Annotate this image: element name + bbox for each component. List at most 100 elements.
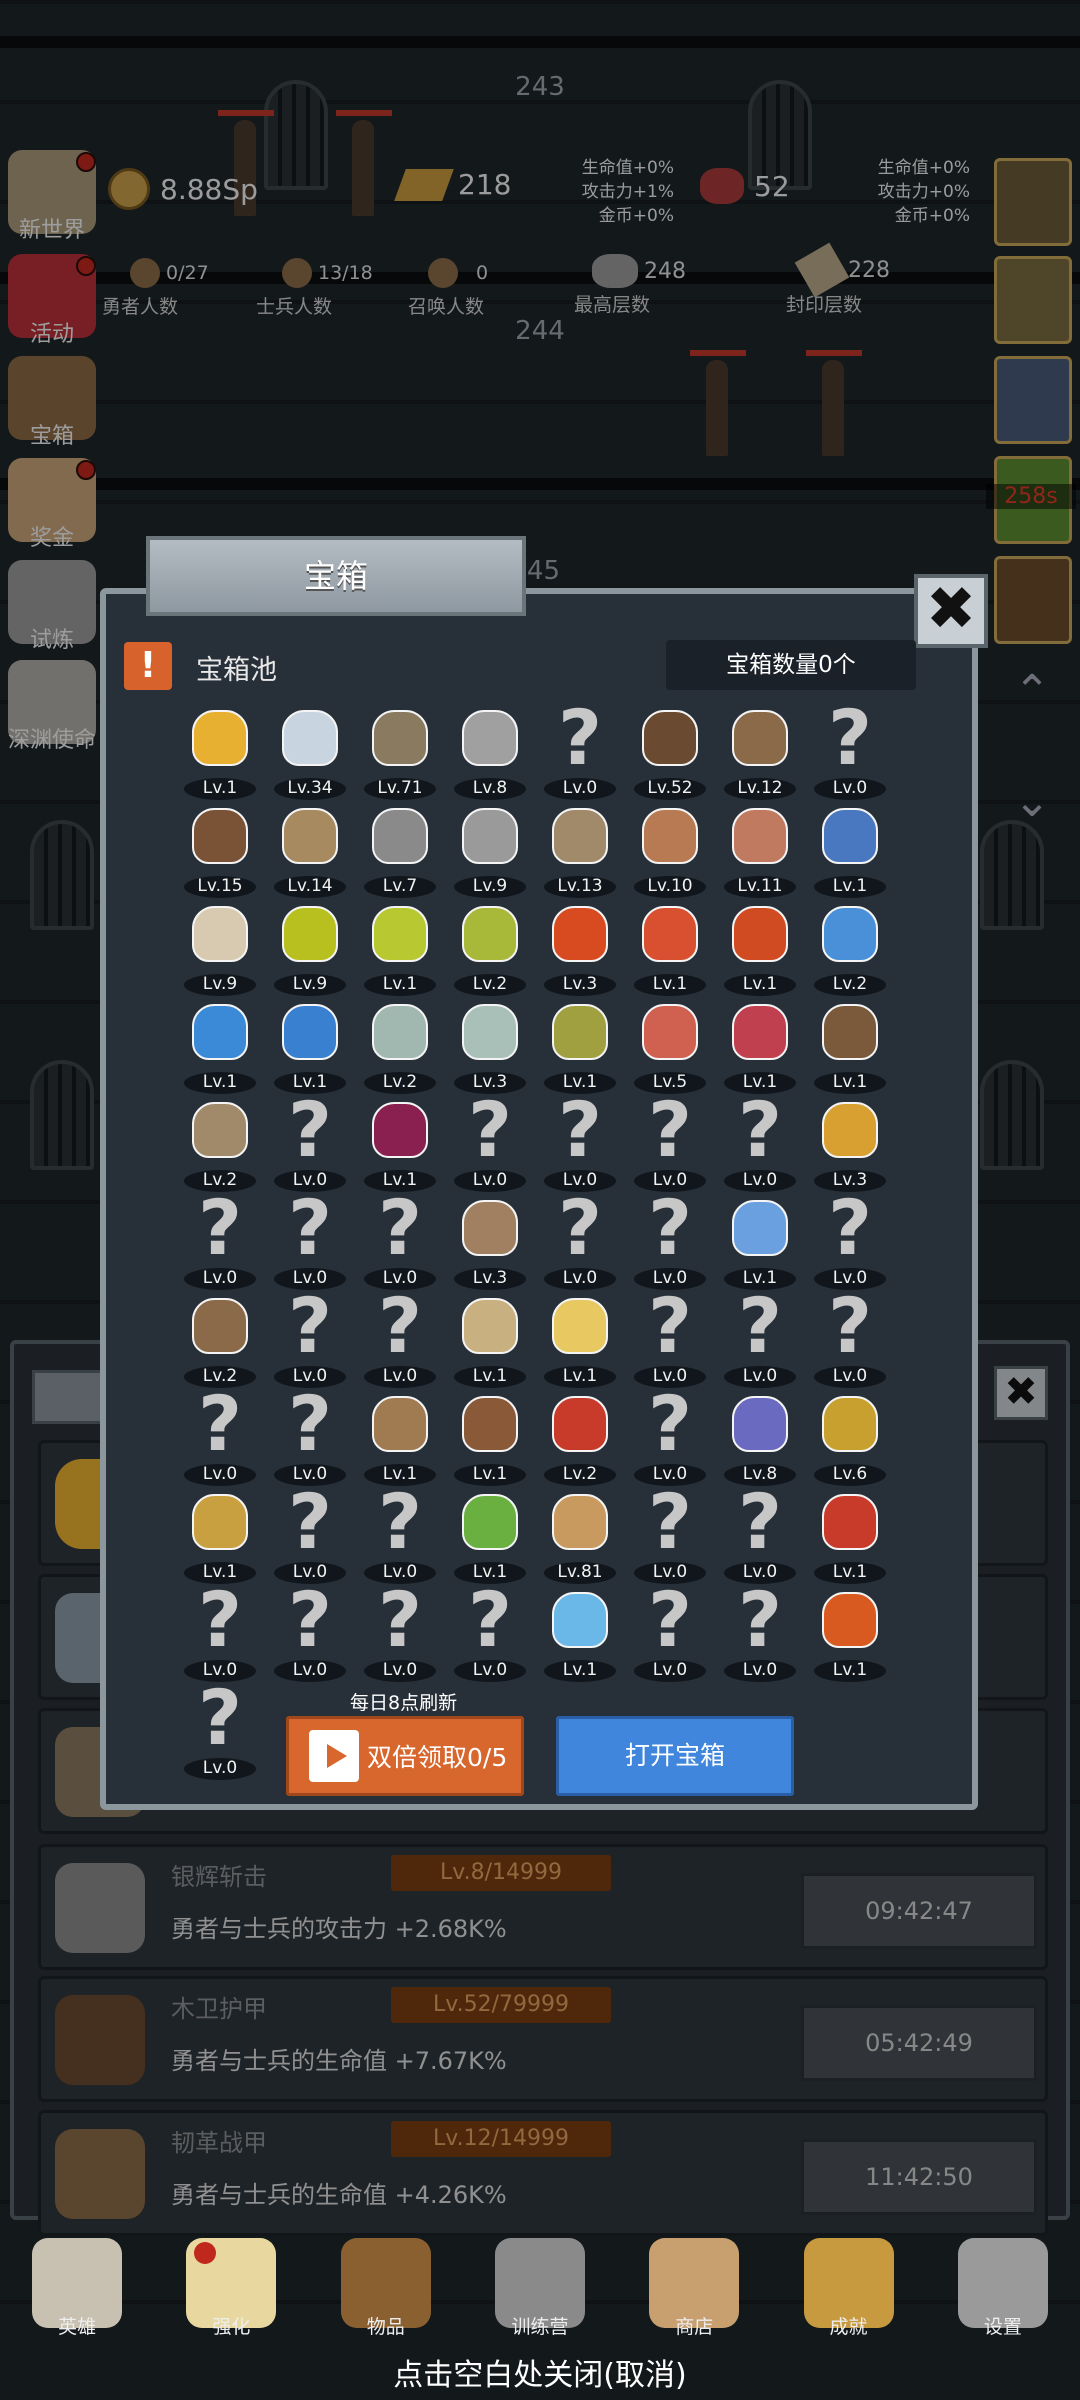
chest-item[interactable]: Lv.9 — [268, 896, 352, 996]
nav-mug[interactable]: 商店 — [639, 2230, 749, 2370]
chest-item[interactable]: ? Lv.0 — [358, 1190, 442, 1290]
chest-item[interactable]: Lv.1 — [358, 1386, 442, 1486]
unknown-icon: ? — [287, 1085, 333, 1174]
chest-item[interactable]: Lv.1 — [538, 994, 622, 1094]
nav-book[interactable]: 物品 — [331, 2230, 441, 2370]
chest-item[interactable]: ? Lv.0 — [448, 1092, 532, 1192]
chest-item[interactable]: ? Lv.0 — [268, 1190, 352, 1290]
chest-item[interactable]: Lv.6 — [808, 1386, 892, 1486]
chest-item[interactable]: Lv.1 — [448, 1484, 532, 1584]
chest-item[interactable]: Lv.1 — [718, 896, 802, 996]
chest-item[interactable]: Lv.1 — [178, 994, 262, 1094]
chest-item[interactable]: Lv.1 — [358, 1092, 442, 1192]
chest-item[interactable]: Lv.1 — [718, 1190, 802, 1290]
chest-item[interactable]: Lv.1 — [178, 1484, 262, 1584]
chest-item[interactable]: Lv.71 — [358, 700, 442, 800]
double-claim-button[interactable]: 双倍领取0/5 — [286, 1716, 524, 1796]
chest-item[interactable]: Lv.9 — [448, 798, 532, 898]
chest-item[interactable]: Lv.12 — [718, 700, 802, 800]
chest-item[interactable]: ? Lv.0 — [718, 1288, 802, 1388]
chest-item[interactable]: Lv.1 — [808, 1484, 892, 1584]
close-hint[interactable]: 点击空白处关闭(取消) — [0, 2350, 1080, 2394]
chest-item[interactable]: ? Lv.0 — [808, 1288, 892, 1388]
nav-gear[interactable]: 设置 — [948, 2230, 1058, 2370]
chest-item[interactable]: Lv.1 — [718, 994, 802, 1094]
chest-item[interactable]: Lv.2 — [538, 1386, 622, 1486]
chest-item[interactable]: Lv.10 — [628, 798, 712, 898]
chest-item[interactable]: ? Lv.0 — [178, 1582, 262, 1682]
chest-item[interactable]: Lv.2 — [178, 1288, 262, 1388]
chest-item[interactable]: ? Lv.0 — [628, 1582, 712, 1682]
chest-item[interactable]: Lv.3 — [448, 1190, 532, 1290]
nav-key[interactable]: 成就 — [794, 2230, 904, 2370]
chest-item[interactable]: Lv.1 — [538, 1288, 622, 1388]
spear-icon — [456, 1292, 524, 1360]
chest-item[interactable]: Lv.2 — [358, 994, 442, 1094]
chest-item[interactable]: ? Lv.0 — [268, 1582, 352, 1682]
chest-item[interactable]: ? Lv.0 — [808, 700, 892, 800]
chest-item[interactable]: ? Lv.0 — [718, 1484, 802, 1584]
staff-icon — [456, 1194, 524, 1262]
chest-item[interactable]: ? Lv.0 — [538, 1092, 622, 1192]
chest-item[interactable]: ? Lv.0 — [268, 1484, 352, 1584]
chest-item[interactable]: Lv.13 — [538, 798, 622, 898]
chest-item[interactable]: ? Lv.0 — [448, 1582, 532, 1682]
chest-item[interactable]: ? Lv.0 — [628, 1484, 712, 1584]
chest-item[interactable]: Lv.11 — [718, 798, 802, 898]
chest-item[interactable]: ? Lv.0 — [718, 1092, 802, 1192]
alert-icon[interactable]: ! — [124, 642, 172, 690]
chest-item[interactable]: Lv.3 — [808, 1092, 892, 1192]
chest-item[interactable]: Lv.3 — [448, 994, 532, 1094]
chest-item[interactable]: Lv.34 — [268, 700, 352, 800]
chest-item[interactable]: Lv.2 — [808, 896, 892, 996]
close-icon[interactable]: ✖ — [914, 574, 988, 648]
chest-item[interactable]: Lv.8 — [448, 700, 532, 800]
chest-item[interactable]: Lv.1 — [538, 1582, 622, 1682]
chest-item[interactable]: ? Lv.0 — [268, 1288, 352, 1388]
chest-item[interactable]: Lv.1 — [808, 994, 892, 1094]
chest-item[interactable]: ? Lv.0 — [538, 1190, 622, 1290]
chest-item[interactable]: ? Lv.0 — [178, 1386, 262, 1486]
chest-item[interactable]: Lv.81 — [538, 1484, 622, 1584]
torch-icon — [816, 1096, 884, 1164]
chest-item[interactable]: Lv.1 — [178, 700, 262, 800]
chest-item[interactable]: ? Lv.0 — [628, 1190, 712, 1290]
chest-item[interactable]: Lv.1 — [358, 896, 442, 996]
item-level: Lv.0 — [742, 1170, 778, 1190]
chest-item[interactable]: Lv.1 — [808, 798, 892, 898]
chest-item[interactable]: ? Lv.0 — [628, 1288, 712, 1388]
chest-item[interactable]: Lv.8 — [718, 1386, 802, 1486]
chest-item[interactable]: Lv.1 — [628, 896, 712, 996]
chest-item[interactable]: Lv.2 — [448, 896, 532, 996]
chest-item[interactable]: Lv.5 — [628, 994, 712, 1094]
chest-item[interactable]: ? Lv.0 — [718, 1582, 802, 1682]
nav-candle[interactable]: 强化 — [176, 2230, 286, 2370]
chest-item[interactable]: ? Lv.0 — [538, 700, 622, 800]
chest-item[interactable]: ? Lv.0 — [358, 1582, 442, 1682]
chest-item[interactable]: Lv.15 — [178, 798, 262, 898]
open-chest-button[interactable]: 打开宝箱 — [556, 1716, 794, 1796]
nav-skull[interactable]: 英雄 — [22, 2230, 132, 2370]
chest-item[interactable]: Lv.9 — [178, 896, 262, 996]
vial-icon — [366, 998, 434, 1066]
chest-item[interactable]: Lv.1 — [808, 1582, 892, 1682]
chest-item[interactable]: ? Lv.0 — [808, 1190, 892, 1290]
chest-item[interactable]: Lv.1 — [448, 1386, 532, 1486]
modal-title: 宝箱 — [146, 536, 526, 616]
chest-item[interactable]: ? Lv.0 — [268, 1085, 352, 1192]
chest-item[interactable]: Lv.1 — [268, 994, 352, 1094]
chest-item[interactable]: ? Lv.0 — [358, 1484, 442, 1584]
chest-item[interactable]: Lv.1 — [448, 1288, 532, 1388]
chest-item[interactable]: ? Lv.0 — [628, 1386, 712, 1486]
chest-item[interactable]: ? Lv.0 — [628, 1092, 712, 1192]
chest-item[interactable]: ? Lv.0 — [178, 1680, 262, 1780]
chest-item[interactable]: Lv.52 — [628, 700, 712, 800]
chest-item[interactable]: ? Lv.0 — [358, 1288, 442, 1388]
chest-item[interactable]: Lv.14 — [268, 798, 352, 898]
chest-item[interactable]: Lv.7 — [358, 798, 442, 898]
chest-item[interactable]: ? Lv.0 — [268, 1386, 352, 1486]
chest-item[interactable]: Lv.2 — [178, 1092, 262, 1192]
nav-lantern[interactable]: 训练营 — [485, 2230, 595, 2370]
chest-item[interactable]: ? Lv.0 — [178, 1190, 262, 1290]
chest-item[interactable]: Lv.3 — [538, 896, 622, 996]
